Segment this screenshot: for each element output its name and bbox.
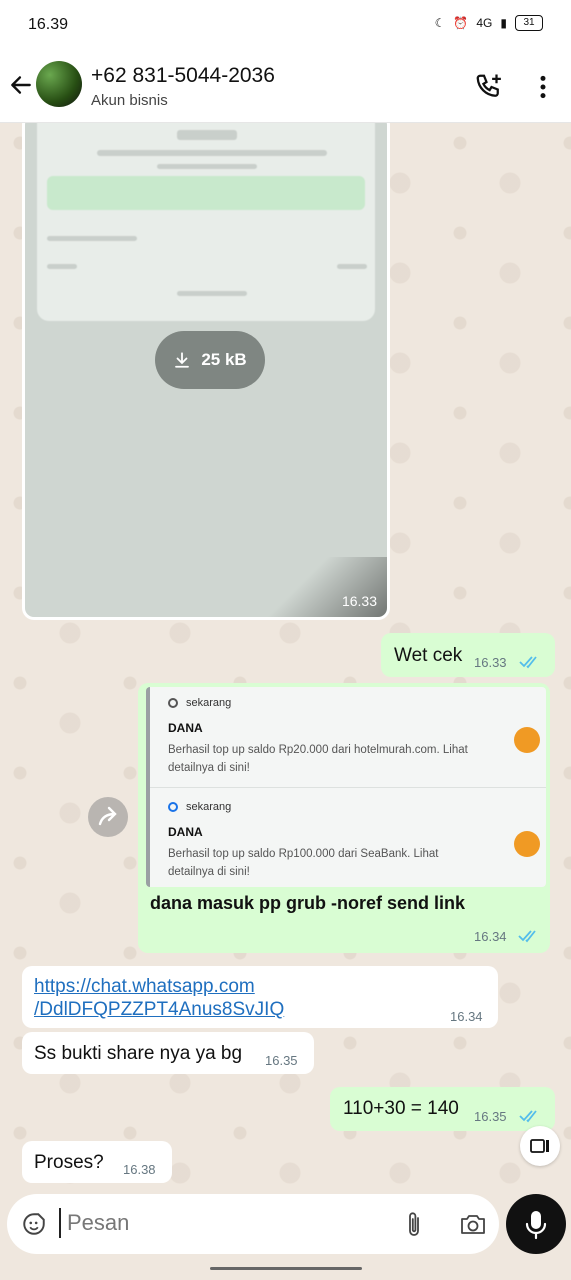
- avatar[interactable]: [36, 61, 82, 107]
- contact-name[interactable]: +62 831-5044-2036: [91, 64, 275, 88]
- message-time: 16.35: [474, 1109, 507, 1124]
- outgoing-message[interactable]: Wet cek 16.33: [381, 633, 555, 677]
- add-call-icon[interactable]: [474, 72, 504, 102]
- sticker-icon[interactable]: [21, 1211, 47, 1237]
- message-composer: Pesan: [7, 1194, 499, 1254]
- message-text: 110+30 = 140: [343, 1098, 459, 1119]
- notification-title: DANA: [168, 721, 203, 735]
- status-icons: ☾ ⏰ 4G ▮ 31: [435, 15, 543, 31]
- sidebar-toggle-button[interactable]: [520, 1126, 560, 1166]
- dana-app-icon: [514, 727, 540, 753]
- link-line: /DdlDFQPZZPT4Anus8SvJIQ: [34, 999, 285, 1020]
- notification-time: sekarang: [186, 801, 232, 813]
- moon-icon: ☾: [434, 16, 446, 30]
- notification-screenshot[interactable]: sekarang DANA Berhasil top up saldo Rp20…: [146, 687, 546, 887]
- incoming-message[interactable]: Proses? 16.38: [22, 1141, 172, 1183]
- message-text: Wet cek: [394, 645, 463, 666]
- blur-banner: [47, 176, 365, 210]
- voice-message-button[interactable]: [506, 1194, 566, 1254]
- link-line: https://chat.whatsapp.com: [34, 976, 255, 997]
- notification-item: sekarang DANA Berhasil top up saldo Rp10…: [168, 801, 528, 882]
- dana-app-icon: [514, 831, 540, 857]
- file-size: 25 kB: [201, 350, 247, 369]
- read-ticks-icon: [519, 656, 537, 669]
- message-text: Ss bukti share nya ya bg: [34, 1043, 243, 1064]
- blur-line: [97, 150, 327, 156]
- message-input[interactable]: Pesan: [59, 1208, 129, 1238]
- group-invite-link[interactable]: https://chat.whatsapp.com /DdlDFQPZZPT4A…: [34, 975, 284, 1021]
- status-bar: 16.39 ☾ ⏰ 4G ▮ 31: [0, 0, 571, 50]
- notification-time: sekarang: [186, 697, 232, 709]
- blur-line: [47, 264, 77, 269]
- message-time: 16.33: [341, 593, 377, 609]
- attach-icon[interactable]: [403, 1210, 425, 1238]
- signal-icon: ▮: [500, 16, 507, 30]
- divider: [150, 787, 546, 788]
- blur-line: [157, 164, 257, 169]
- notification-title: DANA: [168, 825, 203, 839]
- blurred-receipt: [37, 123, 375, 321]
- message-time: 16.38: [123, 1162, 156, 1177]
- download-button[interactable]: 25 kB: [155, 331, 265, 389]
- contact-subtitle: Akun bisnis: [91, 92, 168, 109]
- dana-logo-icon: [168, 802, 178, 812]
- notification-item: sekarang DANA Berhasil top up saldo Rp20…: [168, 697, 528, 778]
- message-time: 16.34: [450, 1009, 483, 1024]
- image-message[interactable]: 25 kB 16.33: [22, 123, 390, 620]
- panel-icon: [530, 1139, 549, 1153]
- chat-header: +62 831-5044-2036 Akun bisnis: [0, 50, 571, 123]
- forward-icon: [98, 806, 117, 826]
- microphone-icon: [525, 1211, 547, 1240]
- notification-body: Berhasil top up saldo Rp100.000 dari Sea…: [168, 848, 439, 879]
- back-arrow-icon[interactable]: [8, 72, 34, 98]
- forwarded-image-message[interactable]: sekarang DANA Berhasil top up saldo Rp20…: [138, 683, 550, 953]
- message-time: 16.35: [265, 1053, 298, 1068]
- read-ticks-icon: [519, 1110, 537, 1123]
- alarm-icon: ⏰: [453, 16, 469, 30]
- blur-line: [337, 264, 367, 269]
- dana-logo-icon: [168, 698, 178, 708]
- blur-line: [177, 291, 247, 296]
- forward-button[interactable]: [88, 797, 128, 837]
- download-icon: [175, 352, 190, 368]
- image-thumbnail[interactable]: 25 kB 16.33: [25, 123, 387, 617]
- message-time: 16.33: [474, 655, 507, 670]
- blur-line: [177, 130, 237, 140]
- message-time: 16.34: [474, 929, 507, 944]
- notification-body: Berhasil top up saldo Rp20.000 dari hote…: [168, 744, 468, 775]
- camera-icon[interactable]: [459, 1211, 487, 1237]
- chat-area[interactable]: 25 kB 16.33 Wet cek 16.33 sekarang DANA …: [0, 123, 571, 1193]
- home-indicator[interactable]: [210, 1267, 362, 1270]
- more-options-icon[interactable]: [532, 74, 554, 100]
- network-label: 4G: [476, 16, 493, 30]
- message-text: Proses?: [34, 1152, 104, 1173]
- read-ticks-icon: [518, 930, 536, 943]
- battery-icon: 31: [515, 15, 543, 31]
- incoming-message[interactable]: Ss bukti share nya ya bg 16.35: [22, 1032, 314, 1074]
- outgoing-message[interactable]: 110+30 = 140 16.35: [330, 1087, 555, 1131]
- message-caption: dana masuk pp grub -noref send link: [150, 893, 466, 913]
- blur-line: [47, 236, 137, 241]
- status-time: 16.39: [28, 16, 69, 33]
- incoming-message[interactable]: https://chat.whatsapp.com /DdlDFQPZZPT4A…: [22, 966, 498, 1028]
